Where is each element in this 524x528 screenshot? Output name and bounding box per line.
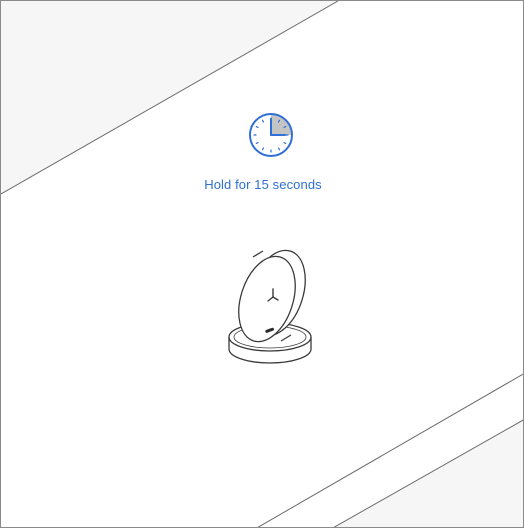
instruction-panel: Hold for 15 seconds — [0, 0, 524, 528]
hub-device-illustration — [228, 249, 312, 364]
hold-instruction-text: Hold for 15 seconds — [204, 177, 322, 192]
clock-icon — [249, 113, 293, 157]
